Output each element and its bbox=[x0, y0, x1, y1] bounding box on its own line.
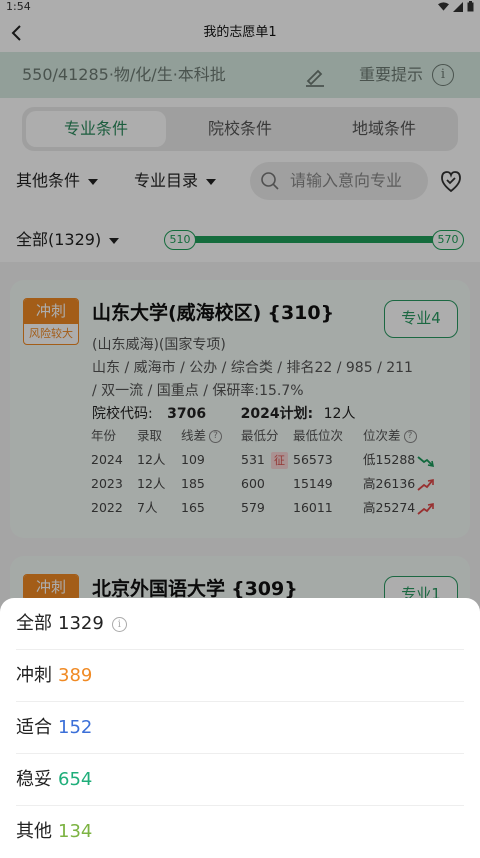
info-icon[interactable]: i bbox=[111, 616, 127, 632]
option-label: 其他 bbox=[16, 821, 52, 842]
option-label: 适合 bbox=[16, 717, 52, 738]
option-count: 654 bbox=[58, 769, 93, 790]
option-count: 134 bbox=[58, 821, 93, 842]
sheet-option-all[interactable]: 全部 1329 i bbox=[16, 598, 464, 650]
sheet-option-safe[interactable]: 稳妥 654 bbox=[16, 754, 464, 806]
option-count: 389 bbox=[58, 665, 93, 686]
option-label: 稳妥 bbox=[16, 769, 52, 790]
sheet-option-other[interactable]: 其他 134 bbox=[16, 806, 464, 858]
sheet-option-reach[interactable]: 冲刺 389 bbox=[16, 650, 464, 702]
sheet-option-match[interactable]: 适合 152 bbox=[16, 702, 464, 754]
option-label: 全部 bbox=[16, 613, 52, 634]
option-label: 冲刺 bbox=[16, 665, 52, 686]
option-count: 152 bbox=[58, 717, 93, 738]
category-bottom-sheet: 全部 1329 i 冲刺 389 适合 152 稳妥 654 其他 134 bbox=[0, 598, 480, 858]
option-count: 1329 bbox=[58, 613, 104, 634]
